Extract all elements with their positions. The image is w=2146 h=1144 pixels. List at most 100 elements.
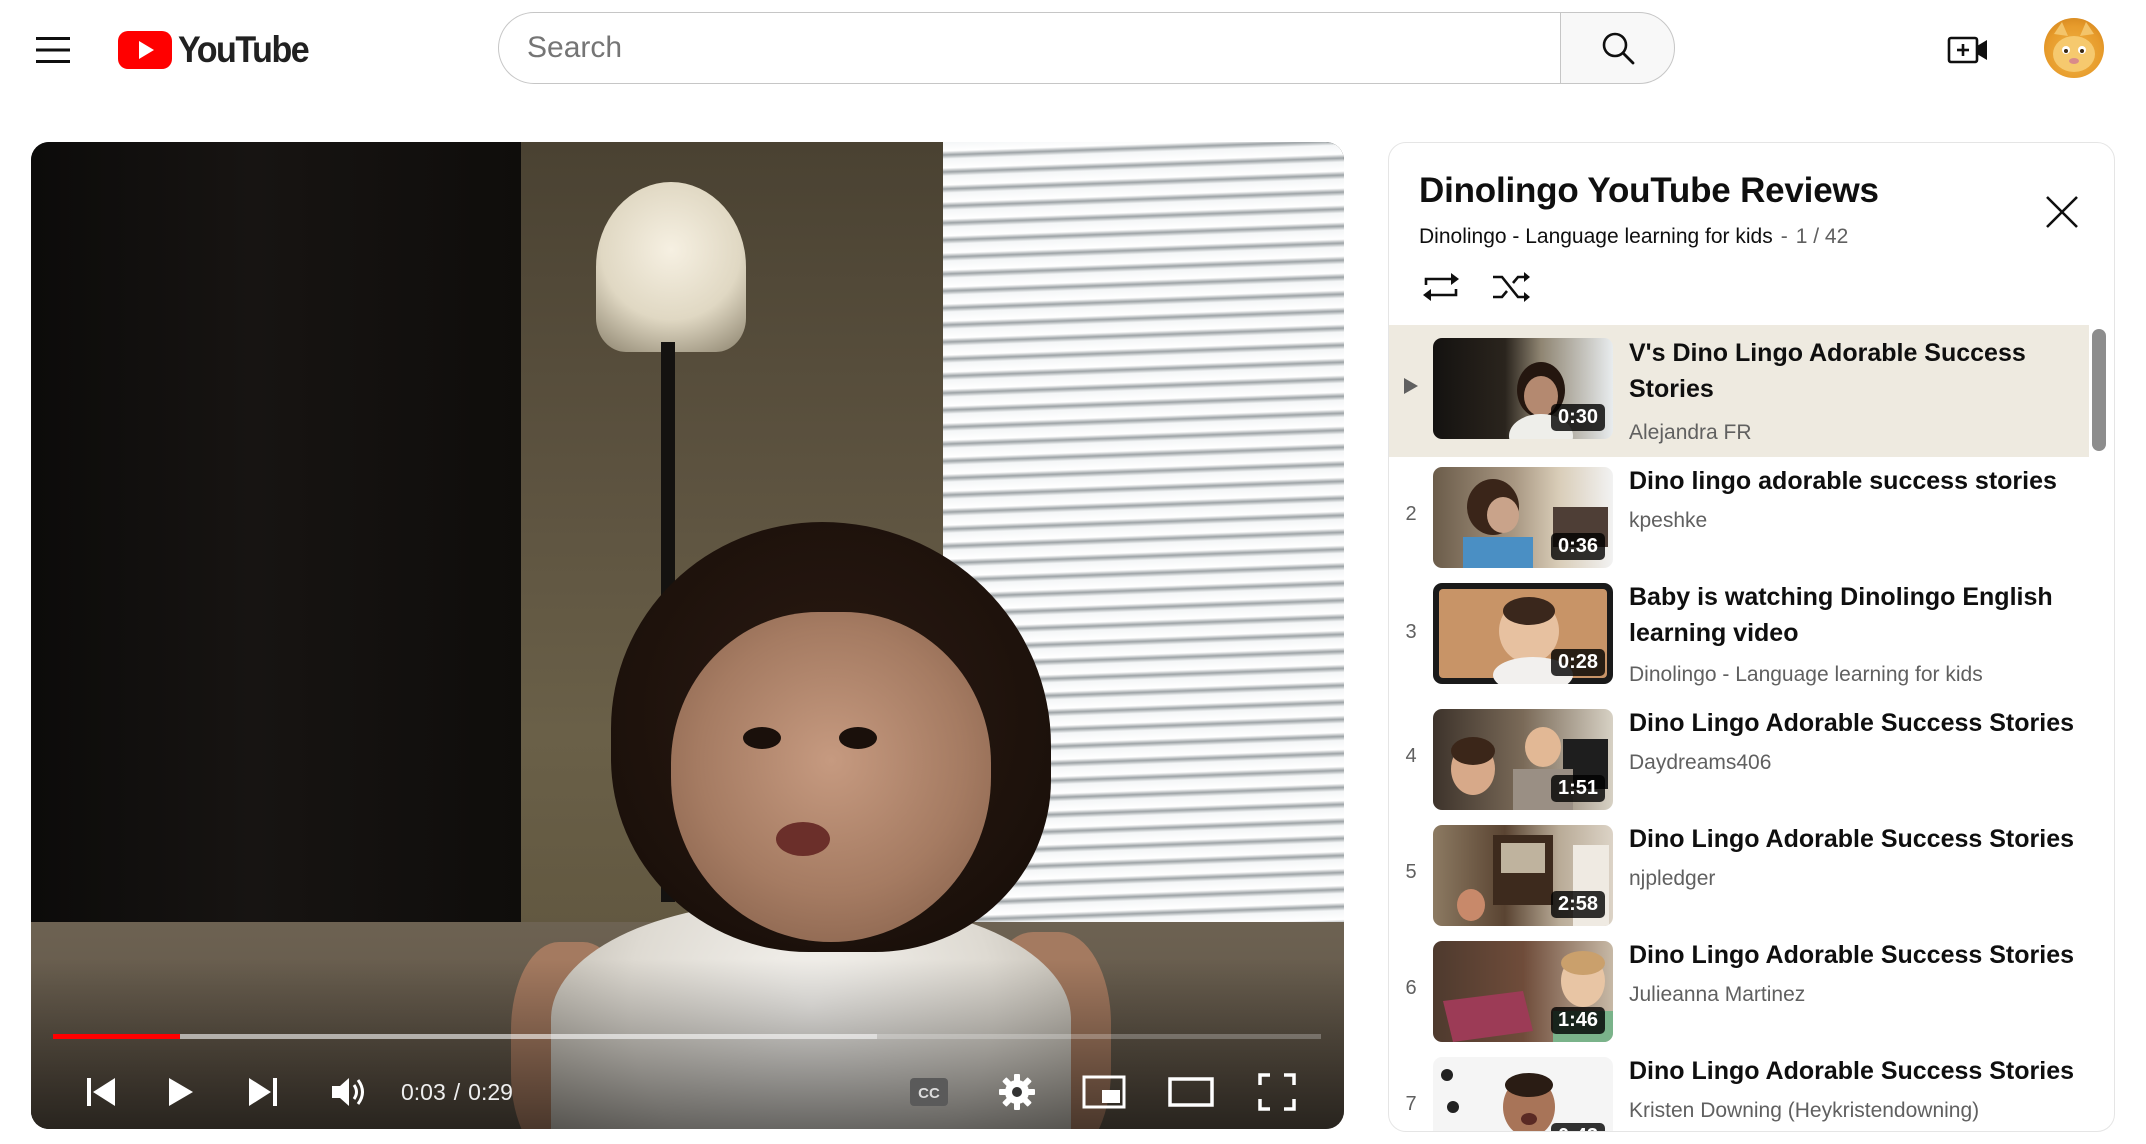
video-child-mouth <box>776 822 830 856</box>
video-channel[interactable]: Kristen Downing (Heykristendowning) <box>1629 1099 1979 1123</box>
video-player[interactable]: 0:03 / 0:29 CC <box>31 142 1344 1129</box>
playlist-item-2[interactable]: 2 0:36 Dino lingo adorable success stori… <box>1389 457 2089 573</box>
video-thumbnail[interactable]: 1:51 <box>1433 709 1613 810</box>
playlist-items: 0:30 V's Dino Lingo Adorable Success Sto… <box>1389 323 2089 1131</box>
playlist-index: 3 <box>1405 621 1417 643</box>
search-input[interactable] <box>527 31 1561 65</box>
video-duration: 0:36 <box>1550 533 1605 560</box>
skip-next-icon <box>249 1078 277 1106</box>
video-channel[interactable]: Daydreams406 <box>1629 751 1771 775</box>
captions-icon: CC <box>910 1078 948 1106</box>
progress-bar[interactable] <box>53 1034 1321 1039</box>
youtube-play-logo-icon <box>118 31 172 69</box>
youtube-logo[interactable]: YouTube <box>118 28 320 72</box>
video-title[interactable]: Dino Lingo Adorable Success Stories <box>1629 937 2079 973</box>
video-duration: 0:30 <box>1550 404 1605 431</box>
captions-button[interactable]: CC <box>897 1060 961 1124</box>
video-duration: 1:46 <box>1550 1007 1605 1034</box>
playlist-index: 2 <box>1405 503 1417 525</box>
theater-mode-button[interactable] <box>1159 1060 1223 1124</box>
avatar-cat-icon <box>2053 22 2095 72</box>
miniplayer-button[interactable] <box>1072 1060 1136 1124</box>
settings-button[interactable] <box>985 1060 1049 1124</box>
guide-menu-button[interactable] <box>22 20 84 80</box>
video-title[interactable]: Dino Lingo Adorable Success Stories <box>1629 821 2079 857</box>
now-playing-arrow-icon <box>1404 378 1418 394</box>
playlist-scrollbar-thumb[interactable] <box>2092 329 2106 451</box>
volume-button[interactable] <box>317 1060 381 1124</box>
playlist-index: 6 <box>1405 977 1417 999</box>
playlist-channel[interactable]: Dinolingo - Language learning for kids <box>1419 225 1773 249</box>
playlist-item-3[interactable]: 3 0:28 Baby is watching Dinolingo Englis… <box>1389 573 2089 699</box>
play-icon <box>169 1078 193 1106</box>
duration: 0:29 <box>468 1078 513 1105</box>
svg-text:CC: CC <box>918 1085 940 1102</box>
current-time: 0:03 <box>401 1078 446 1105</box>
create-video-button[interactable] <box>1940 22 1996 78</box>
search-box[interactable] <box>498 12 1561 84</box>
video-child-eye-right <box>839 727 877 749</box>
playlist-item-4[interactable]: 4 1:51 Dino Lingo Adorable Success Stori… <box>1389 699 2089 815</box>
playlist-panel: Dinolingo YouTube Reviews Dinolingo - La… <box>1388 142 2115 1132</box>
video-title[interactable]: Dino Lingo Adorable Success Stories <box>1629 1053 2079 1089</box>
logo-wordmark: YouTube <box>178 29 310 70</box>
time-display: 0:03 / 0:29 <box>401 1070 513 1114</box>
video-thumbnail[interactable]: 0:28 <box>1433 583 1613 684</box>
gear-icon <box>999 1074 1035 1110</box>
thumbnail-child-image <box>1441 1069 1555 1131</box>
playlist-title[interactable]: Dinolingo YouTube Reviews <box>1419 171 1879 211</box>
video-child-eye-left <box>743 727 781 749</box>
play-button[interactable] <box>149 1060 213 1124</box>
search-icon <box>1602 32 1634 65</box>
loop-playlist-button[interactable] <box>1419 265 1463 309</box>
playlist-item-7[interactable]: 7 0:43 Dino Lingo Adorable Success Stori… <box>1389 1047 2089 1131</box>
playlist-meta: Dinolingo - Language learning for kids -… <box>1419 225 1848 249</box>
video-child-face <box>671 612 991 942</box>
video-duration: 0:28 <box>1550 649 1605 676</box>
playlist-position: 1 / 42 <box>1795 225 1849 248</box>
video-channel[interactable]: Julieanna Martinez <box>1629 983 1805 1007</box>
loop-icon <box>1423 273 1459 301</box>
video-duration: 1:51 <box>1550 775 1605 802</box>
controls-gradient <box>31 959 1344 1129</box>
video-duration: 0:43 <box>1550 1123 1605 1131</box>
now-playing-indicator <box>1389 375 1433 401</box>
playlist-item-5[interactable]: 5 2:58 Dino Lingo Adorable Success Stori… <box>1389 815 2089 931</box>
skip-previous-icon <box>87 1078 115 1106</box>
video-channel[interactable]: Alejandra FR <box>1629 421 1752 445</box>
playlist-index: 5 <box>1405 861 1417 883</box>
shuffle-icon <box>1493 272 1530 302</box>
playlist-meta-separator: - <box>1780 225 1788 248</box>
shuffle-playlist-button[interactable] <box>1489 265 1533 309</box>
video-thumbnail[interactable]: 0:36 <box>1433 467 1613 568</box>
video-channel[interactable]: Dinolingo - Language learning for kids <box>1629 663 1983 687</box>
create-video-icon <box>1947 36 1987 64</box>
video-thumbnail[interactable]: 1:46 <box>1433 941 1613 1042</box>
video-channel[interactable]: kpeshke <box>1629 509 1707 533</box>
fullscreen-button[interactable] <box>1245 1060 1309 1124</box>
video-title[interactable]: Baby is watching Dinolingo English learn… <box>1629 579 2079 651</box>
time-separator: / <box>453 1078 461 1105</box>
miniplayer-icon <box>1082 1075 1126 1109</box>
close-icon <box>2046 196 2078 228</box>
video-thumbnail[interactable]: 2:58 <box>1433 825 1613 926</box>
video-duration: 2:58 <box>1550 891 1605 918</box>
video-title[interactable]: Dino lingo adorable success stories <box>1629 463 2079 499</box>
playlist-index: 7 <box>1405 1093 1417 1115</box>
video-thumbnail[interactable]: 0:30 <box>1433 338 1613 439</box>
hamburger-menu-icon <box>36 37 70 63</box>
playlist-item-1[interactable]: 0:30 V's Dino Lingo Adorable Success Sto… <box>1389 325 2089 457</box>
account-avatar[interactable] <box>2044 18 2104 78</box>
playlist-index: 4 <box>1405 745 1417 767</box>
next-button[interactable] <box>231 1060 295 1124</box>
video-channel[interactable]: njpledger <box>1629 867 1715 891</box>
previous-button[interactable] <box>69 1060 133 1124</box>
search-button[interactable] <box>1560 12 1675 84</box>
playlist-item-6[interactable]: 6 1:46 Dino Lingo Adorable Success Stori… <box>1389 931 2089 1047</box>
video-lamp-shade <box>596 182 746 352</box>
video-thumbnail[interactable]: 0:43 <box>1433 1057 1613 1131</box>
theater-mode-icon <box>1168 1077 1214 1107</box>
close-playlist-button[interactable] <box>2039 189 2085 235</box>
video-title[interactable]: V's Dino Lingo Adorable Success Stories <box>1629 335 2079 407</box>
video-title[interactable]: Dino Lingo Adorable Success Stories <box>1629 705 2079 741</box>
